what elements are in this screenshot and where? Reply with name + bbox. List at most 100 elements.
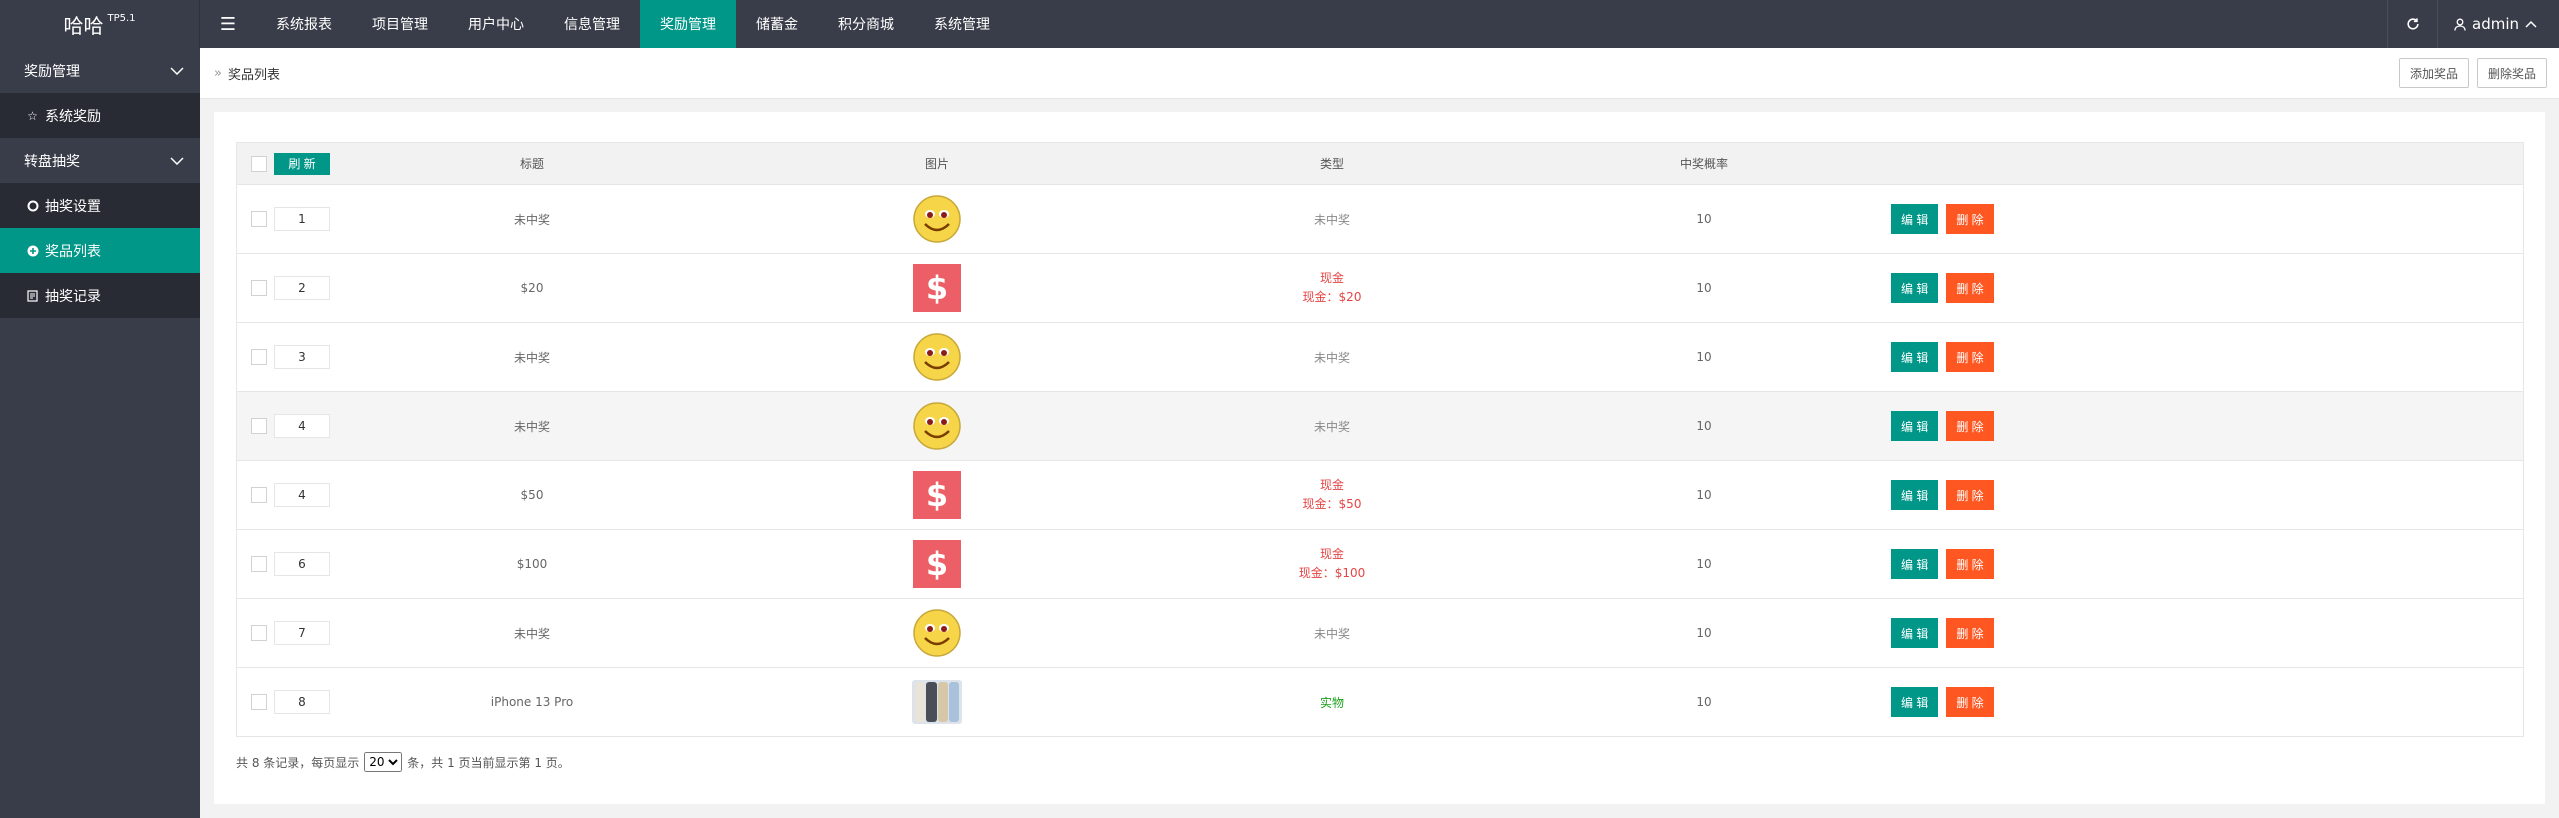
sort-input[interactable]: [274, 207, 330, 231]
edit-button[interactable]: 编 辑: [1891, 480, 1939, 510]
sort-input[interactable]: [274, 690, 330, 714]
delete-prize-button[interactable]: 删除奖品: [2476, 58, 2547, 88]
edit-button[interactable]: 编 辑: [1891, 204, 1939, 234]
type-label: 现金: [1319, 547, 1344, 561]
sort-cell: [267, 185, 337, 254]
row-checkbox-cell: [237, 323, 267, 392]
type-label: 未中奖: [1313, 212, 1350, 227]
edit-button[interactable]: 编 辑: [1891, 411, 1939, 441]
image-cell: $: [727, 254, 1147, 323]
image-cell: $: [727, 461, 1147, 530]
table-row: $100 $ 现金现金：$100 10 编 辑删 除: [236, 529, 2524, 599]
logo-text: 哈哈: [63, 13, 104, 38]
title-cell: 未中奖: [513, 350, 550, 365]
rate-cell: 10: [1696, 557, 1712, 571]
rate-cell: 10: [1696, 212, 1712, 226]
row-checkbox[interactable]: [251, 418, 267, 434]
delete-button[interactable]: 删 除: [1946, 687, 1994, 717]
edit-button[interactable]: 编 辑: [1891, 342, 1939, 372]
row-checkbox[interactable]: [251, 349, 267, 365]
sort-cell: [267, 668, 337, 737]
delete-button[interactable]: 删 除: [1946, 549, 1994, 579]
type-detail: 现金：$20: [1302, 290, 1362, 304]
title-cell: 未中奖: [513, 419, 550, 434]
type-cell: 未中奖: [1147, 599, 1517, 668]
sidebar-item-lottery-records[interactable]: 抽奖记录: [0, 273, 200, 318]
row-checkbox-cell: [237, 530, 267, 599]
sort-input[interactable]: [274, 552, 330, 576]
pager-suffix: 条，共 1 页当前显示第 1 页。: [407, 755, 570, 770]
table-row: iPhone 13 Pro 实物 10 编 辑删 除: [236, 667, 2524, 737]
prize-table: 刷 新 标题 图片 类型 中奖概率 未中奖未中奖10编 辑删 除$20$现金现金…: [236, 142, 2524, 737]
nav-item-reports[interactable]: 系统报表: [256, 0, 352, 48]
nav-item-info[interactable]: 信息管理: [544, 0, 640, 48]
page-actions: 添加奖品 删除奖品: [2398, 58, 2547, 88]
sort-input[interactable]: [274, 345, 330, 369]
rate-cell: 10: [1696, 626, 1712, 640]
edit-button[interactable]: 编 辑: [1891, 687, 1939, 717]
sidebar-item-prize-list[interactable]: 奖品列表: [0, 228, 200, 273]
nav-item-users[interactable]: 用户中心: [448, 0, 544, 48]
sidebar-item-label: 系统奖励: [45, 108, 101, 125]
refresh-icon[interactable]: [2387, 0, 2437, 48]
type-cell: 未中奖: [1147, 392, 1517, 461]
edit-button[interactable]: 编 辑: [1891, 549, 1939, 579]
sort-input[interactable]: [274, 414, 330, 438]
title-cell: $100: [516, 557, 548, 571]
user-menu[interactable]: admin: [2437, 0, 2559, 48]
star-icon: ☆: [27, 108, 38, 123]
edit-button[interactable]: 编 辑: [1891, 273, 1939, 303]
sidebar-item-system-rewards[interactable]: ☆ 系统奖励: [0, 93, 200, 138]
row-checkbox[interactable]: [251, 280, 267, 296]
sidebar-item-label: 奖品列表: [45, 243, 101, 260]
per-page-select[interactable]: 20: [364, 752, 403, 772]
table-row: 未中奖 未中奖 10 编 辑删 除: [236, 391, 2524, 461]
type-detail: 现金：$100: [1298, 566, 1366, 580]
type-label: 未中奖: [1313, 419, 1350, 434]
delete-button[interactable]: 删 除: [1946, 480, 1994, 510]
edit-button[interactable]: 编 辑: [1891, 618, 1939, 648]
sort-input[interactable]: [274, 483, 330, 507]
row-checkbox[interactable]: [251, 694, 267, 710]
row-checkbox[interactable]: [251, 625, 267, 641]
nav-item-savings[interactable]: 储蓄金: [736, 0, 818, 48]
nav-item-points-mall[interactable]: 积分商城: [818, 0, 914, 48]
sidebar-item-label: 抽奖设置: [45, 198, 101, 215]
menu-icon[interactable]: ☰: [200, 0, 256, 48]
sidebar-group-rewards[interactable]: 奖励管理: [0, 48, 200, 93]
row-checkbox[interactable]: [251, 487, 267, 503]
sidebar-group-lottery[interactable]: 转盘抽奖: [0, 138, 200, 183]
sort-input[interactable]: [274, 621, 330, 645]
row-checkbox-cell: [237, 254, 267, 323]
top-right: admin: [2387, 0, 2559, 48]
nav-item-rewards[interactable]: 奖励管理: [640, 0, 736, 48]
sort-input[interactable]: [274, 276, 330, 300]
ops-cell: 编 辑删 除: [1891, 185, 2524, 254]
type-detail: 现金：$50: [1302, 497, 1362, 511]
type-cell: 未中奖: [1147, 323, 1517, 392]
nav-item-system[interactable]: 系统管理: [914, 0, 1010, 48]
delete-button[interactable]: 删 除: [1946, 411, 1994, 441]
smiley-icon: [913, 609, 961, 657]
circle-icon: [26, 199, 39, 212]
type-label: 实物: [1319, 695, 1344, 710]
delete-button[interactable]: 删 除: [1946, 618, 1994, 648]
refresh-button[interactable]: 刷 新: [274, 152, 330, 175]
add-prize-button[interactable]: 添加奖品: [2398, 58, 2469, 88]
app-logo[interactable]: 哈哈 TP5.1: [0, 0, 200, 48]
nav-item-projects[interactable]: 项目管理: [352, 0, 448, 48]
select-all-checkbox[interactable]: [251, 155, 267, 172]
header-rate: 中奖概率: [1679, 157, 1728, 171]
sidebar-item-lottery-settings[interactable]: 抽奖设置: [0, 183, 200, 228]
breadcrumb-bar: » 奖品列表 添加奖品 删除奖品: [200, 48, 2559, 99]
delete-button[interactable]: 删 除: [1946, 342, 1994, 372]
type-label: 未中奖: [1313, 350, 1350, 365]
row-checkbox[interactable]: [251, 556, 267, 572]
delete-button[interactable]: 删 除: [1946, 204, 1994, 234]
ops-cell: 编 辑删 除: [1891, 530, 2524, 599]
dollar-icon: $: [913, 264, 961, 312]
row-checkbox[interactable]: [251, 211, 267, 227]
delete-button[interactable]: 删 除: [1946, 273, 1994, 303]
image-cell: [727, 323, 1147, 392]
title-cell: $50: [520, 488, 544, 502]
